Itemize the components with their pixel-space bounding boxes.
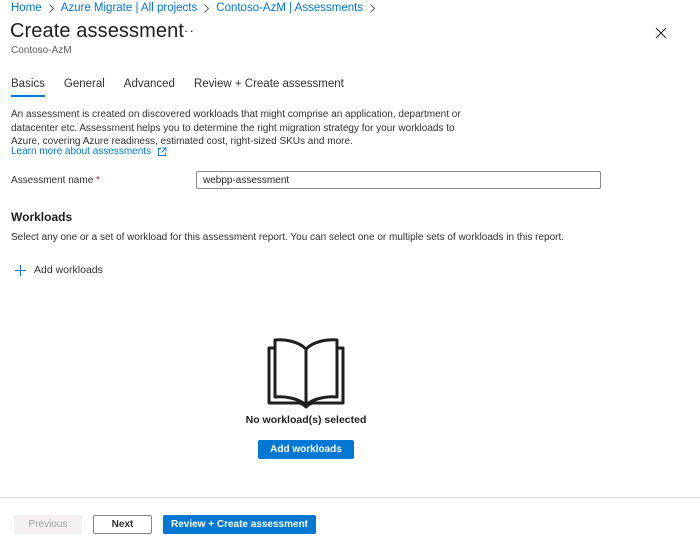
assessment-name-label-text: Assessment name	[11, 175, 94, 186]
footer-divider	[0, 497, 700, 498]
assessment-description: An assessment is created on discovered w…	[11, 109, 461, 147]
review-create-button[interactable]: Review + Create assessment	[163, 515, 316, 534]
chevron-right-icon	[48, 3, 55, 13]
open-book-icon	[267, 338, 345, 409]
tab-basics[interactable]: Basics	[11, 78, 45, 97]
empty-state-text: No workload(s) selected	[245, 414, 367, 426]
chevron-right-icon	[203, 3, 210, 13]
close-icon[interactable]	[654, 26, 668, 40]
learn-more-link[interactable]: Learn more about assessments	[11, 146, 167, 157]
assessment-name-label: Assessment name *	[11, 175, 100, 186]
add-workloads-label[interactable]: Add workloads	[34, 264, 103, 276]
tab-review-create[interactable]: Review + Create assessment	[194, 78, 344, 97]
page-subtitle: Contoso-AzM	[11, 45, 72, 56]
tab-bar: Basics General Advanced Review + Create …	[11, 78, 363, 97]
tab-general[interactable]: General	[64, 78, 105, 97]
add-workloads-button[interactable]: Add workloads	[258, 440, 354, 459]
external-link-icon	[158, 147, 167, 156]
page-title: Create assessment	[10, 20, 184, 42]
add-workloads-link[interactable]: Add workloads	[15, 264, 103, 276]
assessment-name-input[interactable]	[196, 171, 601, 189]
required-marker: *	[96, 175, 100, 186]
breadcrumb-home[interactable]: Home	[11, 2, 42, 14]
workloads-description: Select any one or a set of workload for …	[11, 232, 565, 243]
learn-more-label[interactable]: Learn more about assessments	[11, 146, 151, 157]
workloads-heading: Workloads	[11, 210, 73, 224]
breadcrumb: Home Azure Migrate | All projects Contos…	[11, 2, 382, 14]
chevron-right-icon	[369, 3, 376, 13]
breadcrumb-assessments[interactable]: Contoso-AzM | Assessments	[216, 2, 363, 14]
plus-icon	[15, 264, 26, 276]
more-icon[interactable]: ···	[178, 22, 195, 38]
next-button[interactable]: Next	[93, 515, 152, 534]
previous-button[interactable]: Previous	[14, 515, 82, 534]
tab-advanced[interactable]: Advanced	[124, 78, 175, 97]
breadcrumb-azure-migrate[interactable]: Azure Migrate | All projects	[61, 2, 198, 14]
